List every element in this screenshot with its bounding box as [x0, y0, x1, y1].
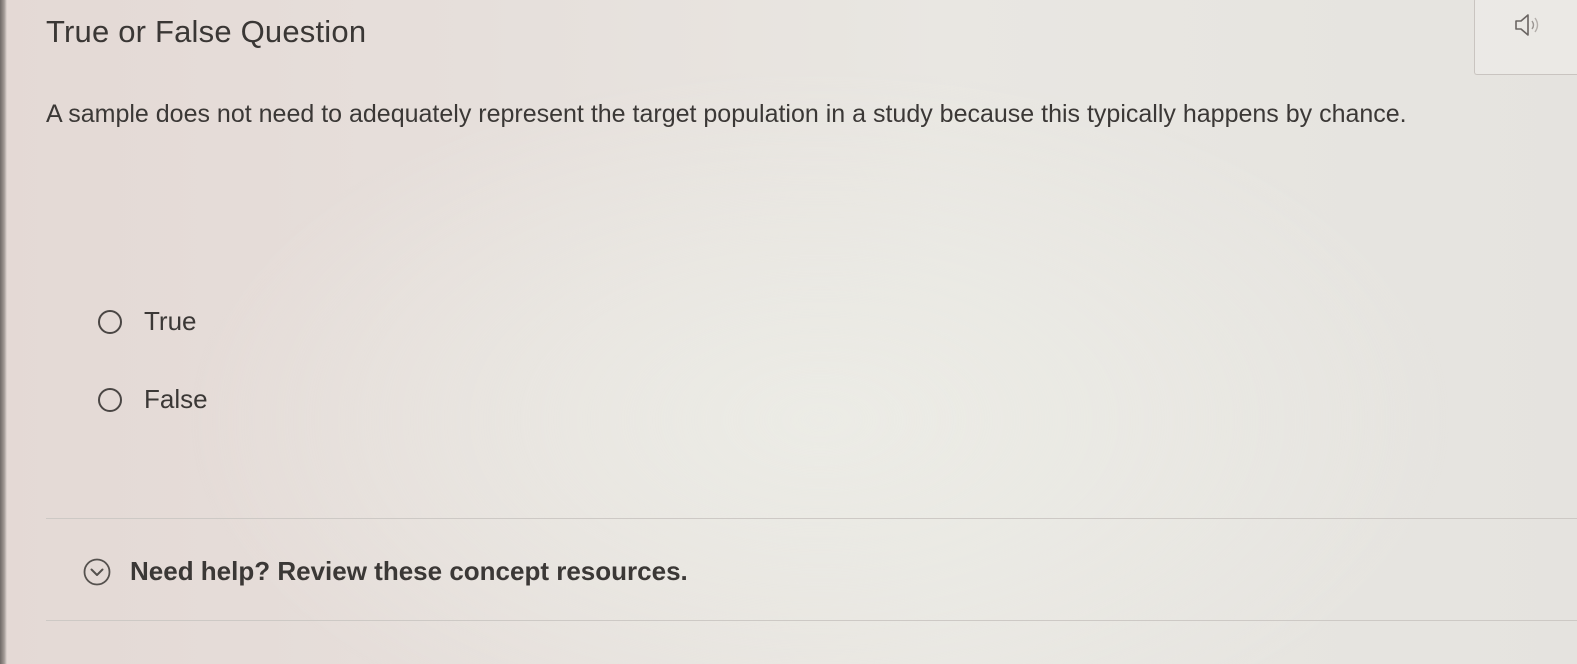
- divider: [46, 620, 1577, 621]
- option-label-true: True: [144, 306, 197, 336]
- speaker-icon: [1515, 14, 1539, 36]
- chevron-down-circle-icon: [83, 558, 111, 585]
- concept-resources-label: Need help? Review these concept resource…: [130, 556, 688, 586]
- read-aloud-button[interactable]: [1474, 0, 1577, 75]
- radio-button-false[interactable]: [98, 387, 122, 412]
- option-label-false: False: [144, 384, 208, 414]
- radio-button-true[interactable]: [98, 309, 122, 334]
- option-false[interactable]: False: [98, 384, 208, 415]
- option-true[interactable]: True: [98, 306, 197, 337]
- screen-bezel: [0, 0, 7, 664]
- question-type-title: True or False Question: [46, 14, 367, 49]
- concept-resources-toggle[interactable]: Need help? Review these concept resource…: [82, 556, 688, 587]
- divider: [46, 518, 1577, 519]
- question-text: A sample does not need to adequately rep…: [46, 100, 1407, 128]
